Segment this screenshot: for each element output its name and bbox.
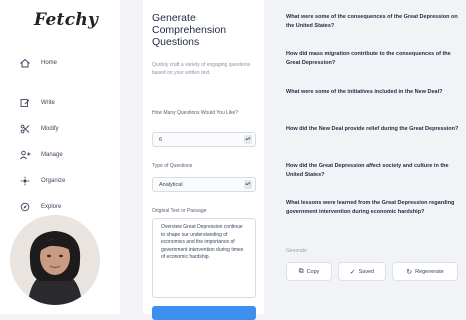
sidebar-item-label: Write — [41, 100, 55, 106]
regenerate-button-label: Regenerate — [415, 268, 444, 275]
sidebar-item-label: Organize — [41, 178, 66, 184]
sidebar: Fetchy Home Write Modify Manage Organize — [0, 0, 120, 314]
question-item: How did the Great Depression affect soci… — [286, 163, 449, 178]
sidebar-item-write[interactable]: Write — [18, 97, 55, 109]
copy-button-label: Copy — [306, 268, 320, 275]
generated-questions-panel: What were some of the consequences of th… — [276, 0, 466, 314]
sidebar-item-organize[interactable]: Organize — [18, 175, 65, 187]
sidebar-item-manage[interactable]: Manage — [18, 149, 63, 161]
select-arrows-icon: ▴▾ — [244, 135, 252, 144]
sidebar-item-label: Explore — [41, 204, 62, 210]
question-item: What were some of the initiatives includ… — [286, 89, 443, 95]
sidebar-item-label: Manage — [41, 152, 63, 158]
page-title: Generate Comprehension Questions — [152, 12, 227, 48]
write-icon — [18, 97, 32, 109]
check-icon: ✓ — [349, 268, 356, 276]
question-item: What lessons were learned from the Great… — [286, 200, 455, 215]
select-arrows-icon: ▴▾ — [244, 180, 252, 189]
copy-icon: ⧉ — [298, 267, 304, 275]
question-item: How did the New Deal provide relief duri… — [286, 126, 459, 132]
copy-button[interactable]: ⧉ Copy — [286, 262, 332, 281]
question-count-select[interactable]: 6 ▴▾ — [152, 132, 256, 147]
sidebar-item-explore[interactable]: Explore — [18, 201, 61, 213]
form-description: Quickly craft a variety of engaging ques… — [152, 62, 251, 76]
question-count-label: How Many Questions Would You Like? — [152, 110, 239, 116]
modify-icon — [18, 123, 32, 135]
regenerate-button[interactable]: ↻ Regenerate — [392, 262, 458, 281]
manage-icon — [18, 149, 32, 161]
save-button[interactable]: ✓ Saved — [338, 262, 386, 281]
sidebar-item-modify[interactable]: Modify — [18, 123, 59, 135]
passage-label: Original Text or Passage — [152, 208, 207, 214]
question-type-label: Type of Questions — [152, 163, 193, 169]
generate-button[interactable] — [152, 306, 256, 320]
passage-textarea[interactable]: Overview Great Depression continue to sh… — [152, 218, 256, 298]
question-type-value: Analytical — [159, 182, 183, 188]
question-item: What were some of the consequences of th… — [286, 14, 458, 29]
passage-text: Overview Great Depression continue to sh… — [161, 224, 244, 260]
question-generator-form: Generate Comprehension Questions Quickly… — [143, 0, 264, 320]
sidebar-item-label: Modify — [41, 126, 59, 132]
output-label: Generate — [286, 248, 307, 254]
question-count-value: 6 — [159, 137, 163, 143]
save-button-label: Saved — [358, 268, 375, 275]
sidebar-item-label: Home — [41, 60, 58, 66]
presenter-video-avatar — [10, 215, 100, 305]
question-type-select[interactable]: Analytical ▴▾ — [152, 177, 256, 192]
sidebar-item-home[interactable]: Home — [18, 57, 57, 69]
question-item: How did mass migration contribute to the… — [286, 51, 451, 66]
refresh-icon: ↻ — [406, 268, 413, 276]
organize-icon — [18, 175, 32, 187]
explore-icon — [18, 201, 32, 213]
home-icon — [18, 57, 32, 69]
app-logo[interactable]: Fetchy — [34, 10, 98, 30]
